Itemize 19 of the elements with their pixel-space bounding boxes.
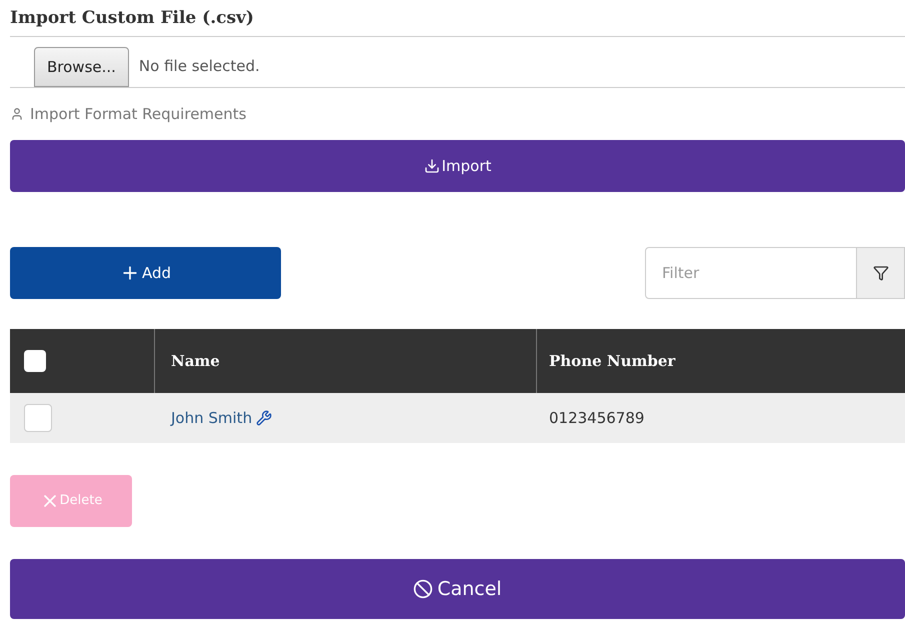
wrench-icon[interactable]: [256, 410, 272, 426]
requirements-link[interactable]: Import Format Requirements: [30, 102, 246, 126]
cancel-button[interactable]: Cancel: [10, 559, 905, 619]
file-status: No file selected.: [138, 56, 260, 76]
add-button[interactable]: Add: [10, 247, 281, 299]
cancel-icon: [413, 579, 434, 599]
filter-field[interactable]: Filter: [645, 247, 857, 299]
browse-button[interactable]: Browse...: [34, 47, 129, 87]
column-header: Phone Number: [549, 350, 676, 372]
filter-icon: [872, 265, 888, 281]
contact-name-link[interactable]: John Smith: [171, 406, 252, 430]
download-icon: [424, 158, 440, 174]
select-all-checkbox[interactable]: [24, 350, 46, 372]
table-cell: 0123456789: [549, 408, 644, 427]
column-header: Name: [171, 350, 220, 372]
row-checkbox[interactable]: [24, 404, 52, 432]
section-title: Import Custom File (.csv): [10, 7, 255, 30]
filter-button[interactable]: [857, 247, 905, 299]
import-button[interactable]: Import: [10, 140, 905, 192]
